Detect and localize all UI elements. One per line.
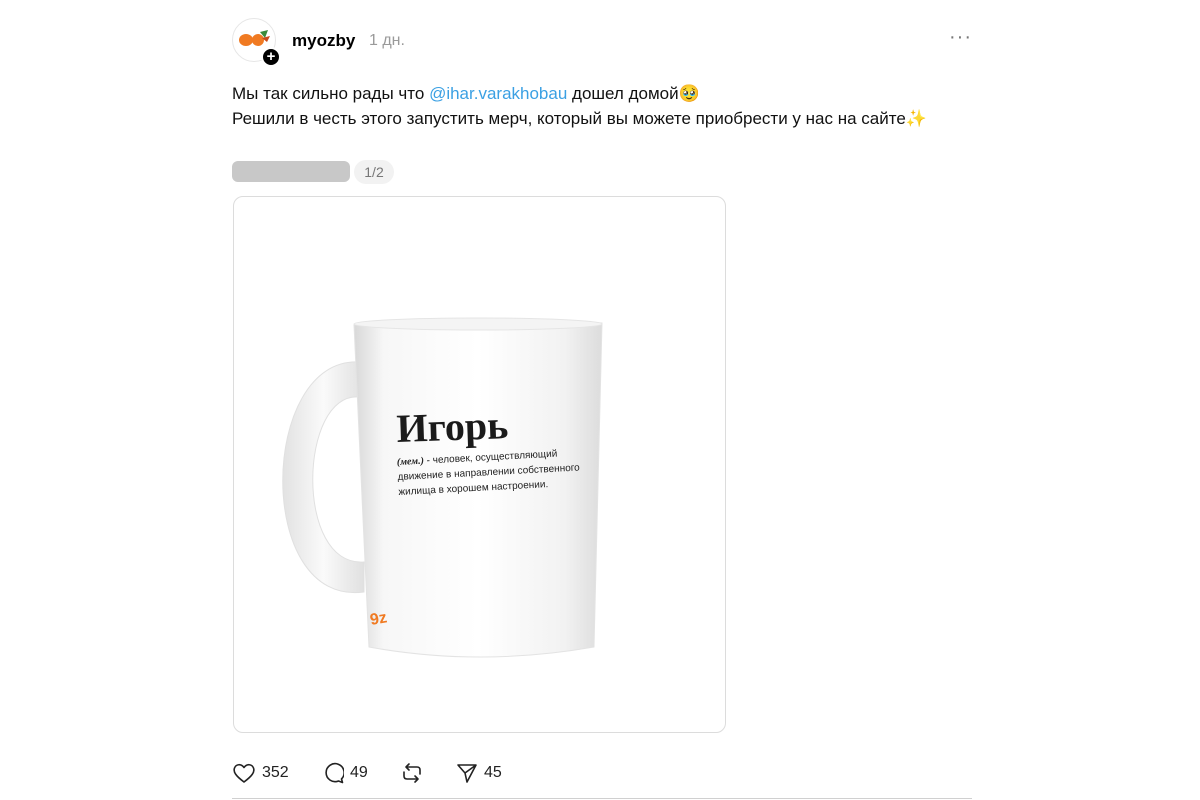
caption-line-1: Мы так сильно рады что @ihar.varakhobau … <box>232 81 952 106</box>
like-count: 352 <box>262 764 289 781</box>
mug-image: Игорь (мем.) - человек, осуществляющий д… <box>282 317 603 658</box>
comment-count: 49 <box>350 764 368 781</box>
follow-plus-icon[interactable]: + <box>261 47 281 67</box>
mention-link[interactable]: @ihar.varakhobau <box>429 84 567 103</box>
post-image[interactable]: Игорь (мем.) - человек, осуществляющий д… <box>233 196 726 733</box>
divider <box>232 798 972 799</box>
send-button[interactable]: 45 <box>456 760 502 786</box>
comment-button[interactable]: 49 <box>322 760 368 786</box>
more-icon[interactable]: ··· <box>949 26 972 49</box>
username[interactable]: myozby <box>292 31 355 51</box>
send-icon <box>457 764 477 783</box>
caption-text: Мы так сильно рады что <box>232 84 430 103</box>
post-header: + myozby 1 дн. ··· <box>232 18 972 67</box>
redacted-block <box>232 161 350 182</box>
post: + myozby 1 дн. ··· Мы так сильно рады чт… <box>232 0 972 800</box>
image-counter: 1/2 <box>354 160 394 184</box>
mug-logo: 9z <box>369 609 389 629</box>
like-button[interactable]: 352 <box>232 760 289 786</box>
caption-line-2: Решили в честь этого запустить мерч, кот… <box>232 109 927 128</box>
repost-icon <box>403 763 421 783</box>
repost-button[interactable] <box>401 760 423 786</box>
comment-icon <box>325 762 344 784</box>
share-count: 45 <box>484 764 502 781</box>
mug-definition-abbrev: (мем.) <box>397 456 425 468</box>
avatar[interactable]: + <box>232 18 281 67</box>
post-timestamp[interactable]: 1 дн. <box>369 32 405 50</box>
caption-text: дошел домой🥹 <box>567 84 700 103</box>
mug-title: Игорь <box>396 402 509 451</box>
heart-icon <box>233 763 255 783</box>
post-caption: Мы так сильно рады что @ihar.varakhobau … <box>232 81 952 131</box>
